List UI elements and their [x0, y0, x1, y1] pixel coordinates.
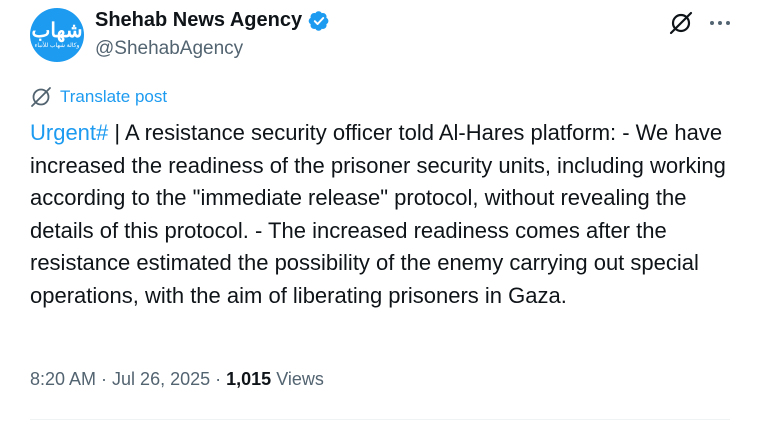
grok-icon[interactable]	[668, 10, 694, 36]
hashtag-link[interactable]: Urgent#	[30, 120, 108, 145]
translate-post-link[interactable]: Translate post	[30, 86, 167, 108]
avatar-logo-text: شهاب	[31, 18, 83, 42]
author-name-row: Shehab News Agency	[95, 9, 330, 32]
meta-separator: ·	[210, 369, 227, 389]
views-count: 1,015	[226, 369, 272, 389]
translate-icon	[31, 87, 51, 107]
views-label: Views	[276, 369, 324, 389]
meta-separator: ·	[96, 369, 113, 389]
avatar[interactable]: شهاب وكالة شهاب للأنباء	[30, 8, 84, 62]
post-time[interactable]: 8:20 AM	[30, 369, 96, 389]
author-handle[interactable]: @ShehabAgency	[95, 38, 243, 60]
divider	[30, 419, 730, 420]
author-display-name[interactable]: Shehab News Agency	[95, 9, 302, 32]
post-body: | A resistance security officer told Al-…	[30, 120, 726, 308]
post-date[interactable]: Jul 26, 2025	[112, 369, 210, 389]
post-meta: 8:20 AM · Jul 26, 2025 · 1,015 Views	[30, 369, 324, 390]
post-text: Urgent# | A resistance security officer …	[30, 117, 745, 312]
translate-post-label: Translate post	[60, 87, 168, 106]
avatar-logo-subtext: وكالة شهاب للأنباء	[34, 43, 80, 49]
verified-badge-icon	[308, 10, 329, 31]
more-options-icon[interactable]	[707, 10, 733, 36]
